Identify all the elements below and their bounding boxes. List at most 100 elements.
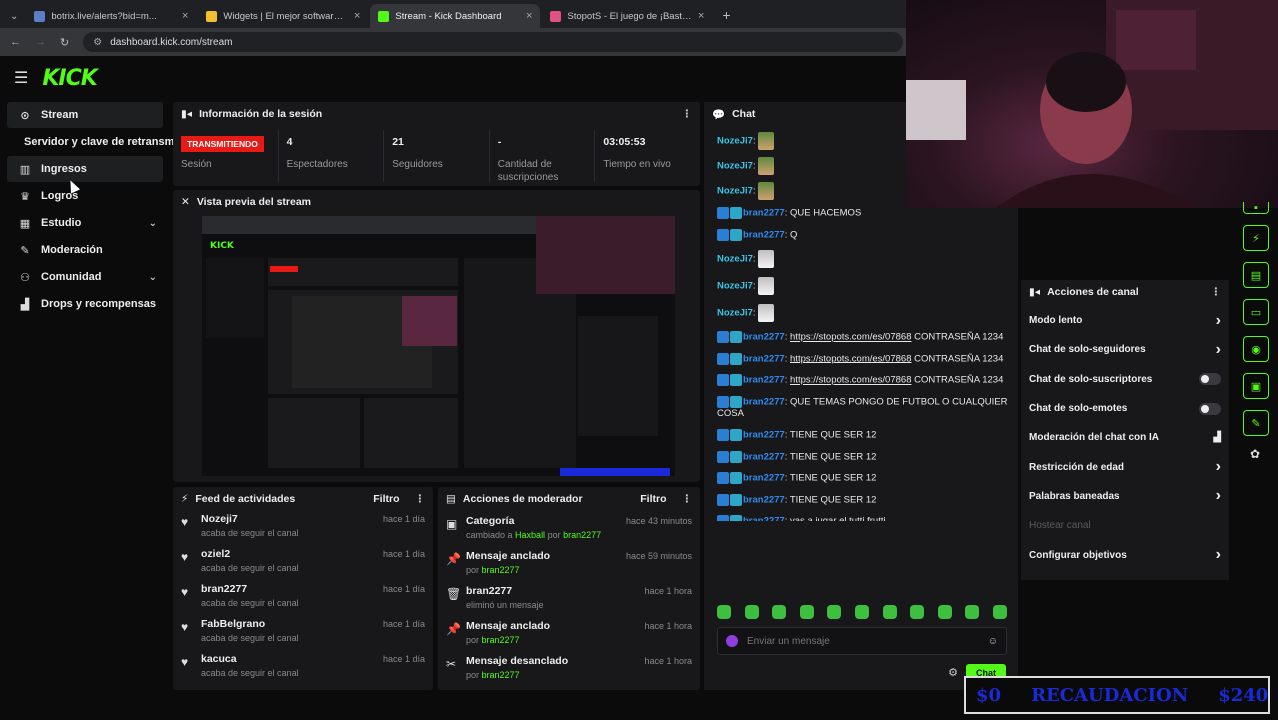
chat-username[interactable]: bran2277 bbox=[743, 473, 785, 484]
reload-icon[interactable]: ↻ bbox=[60, 36, 69, 49]
chat-username[interactable]: bran2277 bbox=[743, 375, 785, 386]
channel-menu-icon[interactable]: ⋮ bbox=[1211, 286, 1222, 298]
sidebar-item-ingresos[interactable]: ▥ Ingresos bbox=[7, 156, 163, 182]
emoji-icon[interactable]: ☺ bbox=[988, 636, 998, 647]
sidebar-item-logros[interactable]: ♛ Logros bbox=[7, 183, 163, 209]
chat-username[interactable]: bran2277 bbox=[743, 229, 785, 240]
chat-link[interactable]: https://stopots.com/es/07868 bbox=[790, 375, 911, 386]
broadcast-icon[interactable]: ◉ bbox=[1243, 336, 1269, 362]
chevron-right-icon[interactable]: › bbox=[1216, 312, 1221, 330]
channel-action-4[interactable]: Moderación del chat con IA ▟ bbox=[1021, 423, 1229, 452]
detail-hl2[interactable]: bran2277 bbox=[563, 530, 601, 540]
emote-icon[interactable] bbox=[799, 605, 814, 619]
activity-username[interactable]: oziel2 bbox=[201, 548, 383, 560]
tab-close-icon[interactable]: × bbox=[354, 10, 360, 22]
menu-icon[interactable]: ☰ bbox=[14, 68, 28, 88]
detail-hl2[interactable]: bran2277 bbox=[482, 565, 520, 575]
activity-username[interactable]: FabBelgrano bbox=[201, 618, 383, 630]
back-icon[interactable]: ← bbox=[10, 36, 21, 48]
sidebar-item-stream[interactable]: ⊙ Stream bbox=[7, 102, 163, 128]
session-menu-icon[interactable]: ⋮ bbox=[682, 108, 693, 120]
detail-hl1[interactable]: Haxball bbox=[515, 530, 545, 540]
chat-username[interactable]: bran2277 bbox=[743, 516, 785, 521]
activity-username[interactable]: kacuca bbox=[201, 653, 383, 665]
chevron-down-icon[interactable]: ⌄ bbox=[149, 218, 157, 229]
activity-username[interactable]: bran2277 bbox=[201, 583, 383, 595]
tab-close-icon[interactable]: × bbox=[526, 10, 532, 22]
chat-username[interactable]: bran2277 bbox=[743, 430, 785, 441]
moderator-filter-button[interactable]: Filtro bbox=[640, 493, 666, 505]
chat-username[interactable]: bran2277 bbox=[743, 332, 785, 343]
detail-hl2[interactable]: bran2277 bbox=[482, 635, 520, 645]
emote-icon[interactable] bbox=[937, 605, 952, 619]
wrench-icon[interactable]: ✎ bbox=[1243, 410, 1269, 436]
url-field[interactable]: ⚙ dashboard.kick.com/stream bbox=[83, 32, 904, 52]
tab-close-icon[interactable]: × bbox=[698, 10, 704, 22]
palette-icon[interactable]: ✿ bbox=[1250, 447, 1278, 461]
activity-menu-icon[interactable]: ⋮ bbox=[415, 493, 426, 505]
channel-action-0[interactable]: Modo lento › bbox=[1021, 306, 1229, 335]
chat-input[interactable]: Enviar un mensaje ☺ bbox=[717, 627, 1007, 655]
chat-username[interactable]: bran2277 bbox=[743, 494, 785, 505]
activity-filter-button[interactable]: Filtro bbox=[373, 493, 399, 505]
chat-username[interactable]: NozeJi7 bbox=[717, 136, 753, 147]
moderator-menu-icon[interactable]: ⋮ bbox=[682, 493, 693, 505]
chevron-right-icon[interactable]: › bbox=[1216, 487, 1221, 505]
sidebar-item-servidor-y-clave-de-retransm[interactable]: Servidor y clave de retransm bbox=[8, 129, 174, 155]
chevron-right-icon[interactable]: › bbox=[1216, 458, 1221, 476]
browser-tab[interactable]: botrix.live/alerts?bid=m... × bbox=[26, 4, 196, 28]
toggle-switch[interactable] bbox=[1199, 402, 1221, 415]
chevron-down-icon[interactable]: ⌄ bbox=[149, 272, 157, 283]
lightning-icon[interactable]: ⚡ bbox=[1243, 225, 1269, 251]
chat-username[interactable]: bran2277 bbox=[743, 396, 785, 407]
kick-logo[interactable]: KICK bbox=[42, 66, 97, 91]
channel-action-6[interactable]: Palabras baneadas › bbox=[1021, 482, 1229, 511]
browser-tab[interactable]: StopotS - El juego de ¡Basta!, ¡... × bbox=[542, 4, 712, 28]
chat-username[interactable]: NozeJi7 bbox=[717, 161, 753, 172]
toolbar-btn-top[interactable]: ▪ bbox=[1243, 202, 1269, 214]
stream-preview-video[interactable]: KICK bbox=[202, 216, 675, 476]
site-info-icon[interactable]: ⚙ bbox=[93, 37, 102, 48]
tab-list-icon[interactable]: ⌄ bbox=[10, 11, 18, 22]
emote-icon[interactable] bbox=[772, 605, 787, 619]
detail-hl2[interactable]: bran2277 bbox=[482, 670, 520, 680]
chat-username[interactable]: NozeJi7 bbox=[717, 186, 753, 197]
channel-action-5[interactable]: Restricción de edad › bbox=[1021, 452, 1229, 481]
channel-action-8[interactable]: Configurar objetivos › bbox=[1021, 540, 1229, 569]
chart-icon[interactable]: ▟ bbox=[1213, 432, 1221, 443]
chevron-right-icon[interactable]: › bbox=[1216, 341, 1221, 359]
emote-icon[interactable] bbox=[717, 605, 731, 619]
chat-link[interactable]: https://stopots.com/es/07868 bbox=[790, 353, 911, 364]
chat-link[interactable]: https://stopots.com/es/07868 bbox=[790, 332, 911, 343]
notes-icon[interactable]: ▤ bbox=[1243, 262, 1269, 288]
chat-username[interactable]: NozeJi7 bbox=[717, 254, 753, 265]
forward-icon[interactable]: → bbox=[35, 36, 46, 48]
browser-tab[interactable]: Widgets | El mejor software pa... × bbox=[198, 4, 368, 28]
chevron-right-icon[interactable]: › bbox=[1216, 546, 1221, 564]
tab-close-icon[interactable]: × bbox=[182, 10, 188, 22]
chat-icon[interactable]: ▭ bbox=[1243, 299, 1269, 325]
chat-username[interactable]: bran2277 bbox=[743, 353, 785, 364]
browser-tab[interactable]: Stream - Kick Dashboard × bbox=[370, 4, 541, 28]
emote-icon[interactable] bbox=[827, 605, 842, 619]
emote-icon[interactable] bbox=[992, 605, 1007, 619]
sidebar-item-moderaci-n[interactable]: ✎ Moderación bbox=[7, 237, 163, 263]
channel-action-2[interactable]: Chat de solo-suscriptores bbox=[1021, 365, 1229, 394]
sidebar-item-comunidad[interactable]: ⚇ Comunidad ⌄ bbox=[7, 264, 163, 290]
sidebar-item-estudio[interactable]: ▦ Estudio ⌄ bbox=[7, 210, 163, 236]
chat-username[interactable]: bran2277 bbox=[743, 451, 785, 462]
emote-icon[interactable] bbox=[744, 605, 759, 619]
emote-icon[interactable] bbox=[854, 605, 869, 619]
toggle-switch[interactable] bbox=[1199, 373, 1221, 386]
sidebar-item-drops-y-recompensas[interactable]: ▟ Drops y recompensas bbox=[7, 291, 163, 317]
chat-username[interactable]: NozeJi7 bbox=[717, 281, 753, 292]
emote-icon[interactable] bbox=[965, 605, 980, 619]
chat-username[interactable]: NozeJi7 bbox=[717, 308, 753, 319]
chat-username[interactable]: bran2277 bbox=[743, 208, 785, 219]
chat-settings-icon[interactable]: ⚙ bbox=[948, 666, 958, 679]
layout-icon[interactable]: ▣ bbox=[1243, 373, 1269, 399]
emote-icon[interactable] bbox=[910, 605, 925, 619]
channel-action-3[interactable]: Chat de solo-emotes bbox=[1021, 394, 1229, 423]
new-tab-button[interactable]: + bbox=[722, 7, 730, 23]
channel-action-1[interactable]: Chat de solo-seguidores › bbox=[1021, 335, 1229, 364]
